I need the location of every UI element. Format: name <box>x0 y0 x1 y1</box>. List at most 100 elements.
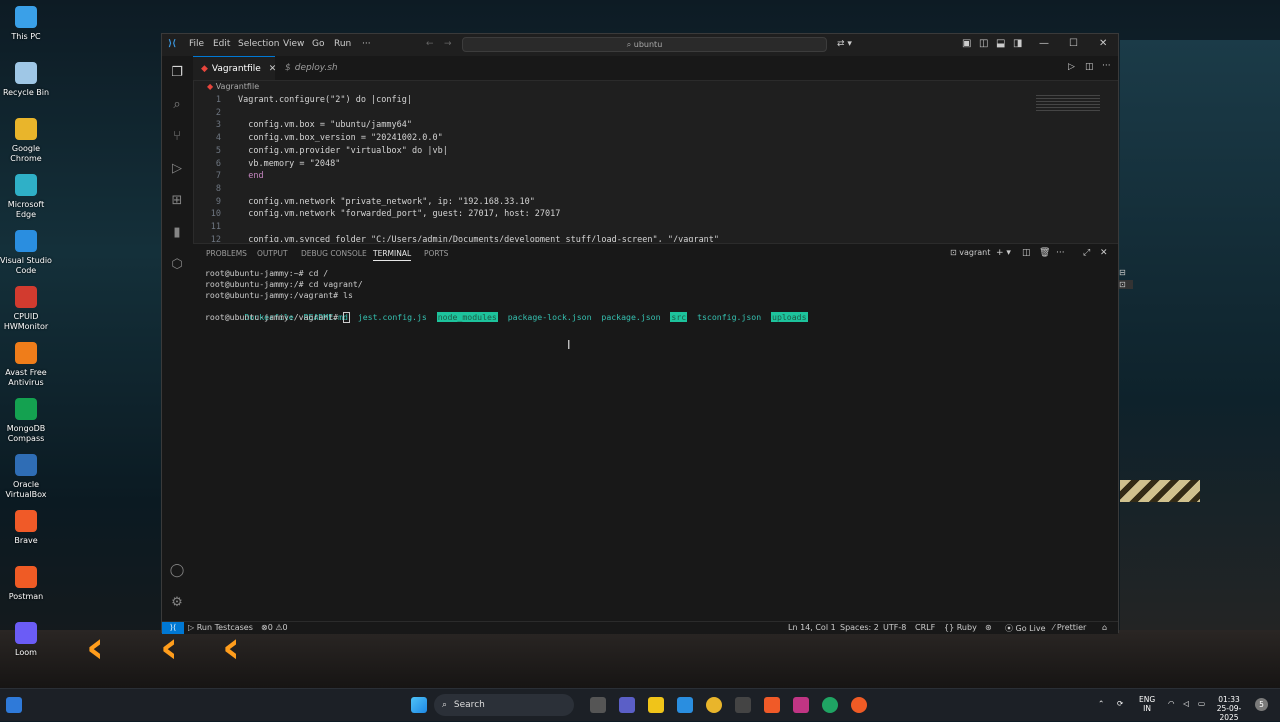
source-control-icon[interactable]: ⑂ <box>168 128 186 146</box>
maximize-panel-icon[interactable]: ⤢ <box>1083 248 1090 258</box>
windows-start-icon[interactable] <box>411 697 427 713</box>
notifications-icon[interactable]: ⌂ <box>1102 623 1107 632</box>
menu-go[interactable]: Go <box>312 39 324 49</box>
search-label: Search <box>453 700 485 710</box>
run-file-icon[interactable]: ▷ <box>1068 62 1075 72</box>
wifi-icon[interactable]: ◠ <box>1168 699 1175 708</box>
clock[interactable]: 01:33 25-09-2025 <box>1208 695 1250 722</box>
copilot-icon[interactable]: ⇄ ▾ <box>837 39 852 49</box>
terminal-list-icon[interactable]: ⊟ <box>1119 268 1133 277</box>
back-arrow-icon[interactable]: ← <box>426 39 434 49</box>
desktop-icon[interactable]: MongoDB Compass <box>0 398 52 444</box>
taskbar-search[interactable]: ⌕ Search <box>434 694 574 716</box>
text-cursor-icon: I <box>567 338 571 352</box>
tab-vagrantfile[interactable]: ◆ Vagrantfile ✕ <box>193 56 277 80</box>
menu-file[interactable]: File <box>189 39 204 49</box>
tab-debug-console[interactable]: DEBUG CONSOLE <box>301 249 367 258</box>
tab-terminal[interactable]: TERMINAL <box>373 249 412 261</box>
app-icon <box>15 174 37 196</box>
volume-icon[interactable]: ◁ <box>1183 699 1189 708</box>
remote-explorer-icon[interactable]: ⬡ <box>168 256 186 274</box>
postman-taskbar-icon[interactable] <box>851 697 867 713</box>
language-mode[interactable]: {} Ruby <box>944 623 977 632</box>
sync-icon[interactable]: ⟳ <box>1117 699 1123 708</box>
desktop-icon[interactable]: Loom <box>0 622 52 658</box>
copilot-status-icon[interactable]: ⊛ <box>985 623 992 632</box>
command-center-search[interactable]: ⌕ ubuntu <box>462 37 827 52</box>
problems-count[interactable]: ⊗0 ⚠0 <box>261 623 288 632</box>
show-desktop-icon[interactable] <box>6 697 22 713</box>
desktop-icon[interactable]: Postman <box>0 566 52 602</box>
search-icon[interactable]: ⌕ <box>168 96 186 114</box>
minimap[interactable] <box>1036 95 1100 113</box>
desktop-icon[interactable]: This PC <box>0 6 52 42</box>
desktop-icon[interactable]: Visual Studio Code <box>0 230 52 276</box>
split-editor-icon[interactable]: ◫ <box>1085 62 1094 72</box>
tab-ports[interactable]: PORTS <box>424 249 448 258</box>
ls-item: jest.config.js <box>357 312 427 322</box>
menu-edit[interactable]: Edit <box>213 39 230 49</box>
terminal-tab-icon[interactable]: ⊡ <box>1119 280 1133 289</box>
language-indicator[interactable]: ENG IN <box>1139 695 1155 713</box>
breadcrumb[interactable]: ◆ Vagrantfile <box>207 82 259 91</box>
menu-selection[interactable]: Selection <box>238 39 279 49</box>
toggle-panel-icon[interactable]: ⬓ <box>996 38 1005 49</box>
chart-icon[interactable]: ▮ <box>168 224 186 242</box>
trash-icon[interactable]: 🗑 <box>1039 248 1050 258</box>
layout-icon[interactable]: ▣ <box>962 38 971 49</box>
vscode-taskbar-icon[interactable] <box>677 697 693 713</box>
desktop-icon[interactable]: Microsoft Edge <box>0 174 52 220</box>
encoding[interactable]: UTF-8 <box>883 623 906 632</box>
end-of-line[interactable]: CRLF <box>915 623 935 632</box>
file-explorer-icon[interactable] <box>648 697 664 713</box>
terminal-selector[interactable]: ⊡ vagrant <box>950 248 990 257</box>
close-tab-icon[interactable]: ✕ <box>269 64 277 74</box>
menu-view[interactable]: View <box>283 39 304 49</box>
menu-run[interactable]: Run <box>334 39 351 49</box>
prettier-button[interactable]: ⁄ Prettier <box>1053 623 1086 632</box>
desktop-icon[interactable]: Avast Free Antivirus <box>0 342 52 388</box>
brave-taskbar-icon[interactable] <box>764 697 780 713</box>
toggle-sidebar-icon[interactable]: ◫ <box>979 38 988 49</box>
notification-badge[interactable]: 5 <box>1255 698 1268 711</box>
account-icon[interactable]: ◯ <box>168 562 186 580</box>
toggle-secondary-sidebar-icon[interactable]: ◨ <box>1013 38 1022 49</box>
go-live-button[interactable]: ⦿ Go Live <box>1005 623 1046 634</box>
store-icon[interactable] <box>735 697 751 713</box>
battery-icon[interactable]: ▭ <box>1198 699 1205 708</box>
task-view-icon[interactable] <box>590 697 606 713</box>
desktop-icon[interactable]: Google Chrome <box>0 118 52 164</box>
close-icon[interactable]: ✕ <box>1099 38 1107 49</box>
teams-icon[interactable] <box>619 697 635 713</box>
desktop-icon[interactable]: Oracle VirtualBox <box>0 454 52 500</box>
maximize-icon[interactable]: ☐ <box>1069 38 1078 49</box>
chrome-taskbar-icon[interactable] <box>706 697 722 713</box>
tab-output[interactable]: OUTPUT <box>257 249 288 258</box>
chevron-up-icon[interactable]: ⌃ <box>1098 699 1104 708</box>
split-terminal-icon[interactable]: ◫ <box>1022 248 1031 258</box>
indentation[interactable]: Spaces: 2 <box>840 623 879 632</box>
remote-icon[interactable]: ⟩⟨ <box>162 622 184 634</box>
close-panel-icon[interactable]: ✕ <box>1100 248 1108 258</box>
desktop-icon[interactable]: CPUID HWMonitor <box>0 286 52 332</box>
menu-more[interactable]: ··· <box>362 39 371 49</box>
explorer-icon[interactable]: ❐ <box>168 64 186 82</box>
extensions-icon[interactable]: ⊞ <box>168 192 186 210</box>
tab-deploy-sh[interactable]: $ deploy.sh <box>277 56 367 80</box>
tab-problems[interactable]: PROBLEMS <box>206 249 247 258</box>
run-testcases-button[interactable]: ▷ Run Testcases <box>188 623 253 632</box>
more-actions-icon[interactable]: ··· <box>1056 248 1065 258</box>
more-actions-icon[interactable]: ··· <box>1102 61 1111 71</box>
cursor-position[interactable]: Ln 14, Col 1 <box>788 623 836 632</box>
desktop-icon[interactable]: Recycle Bin <box>0 62 52 98</box>
forward-arrow-icon[interactable]: → <box>444 39 452 49</box>
desktop-icon[interactable]: Brave <box>0 510 52 546</box>
code-editor[interactable]: 1 Vagrant.configure("2") do |config| 2 3 … <box>193 94 1118 242</box>
run-debug-icon[interactable]: ▷ <box>168 160 186 178</box>
minimize-icon[interactable]: — <box>1039 38 1049 49</box>
line-number: 10 <box>210 209 221 220</box>
settings-gear-icon[interactable]: ⚙ <box>168 594 186 612</box>
instagram-icon[interactable] <box>793 697 809 713</box>
new-terminal-icon[interactable]: + ▾ <box>996 248 1011 258</box>
chrome-profile-icon[interactable] <box>822 697 838 713</box>
